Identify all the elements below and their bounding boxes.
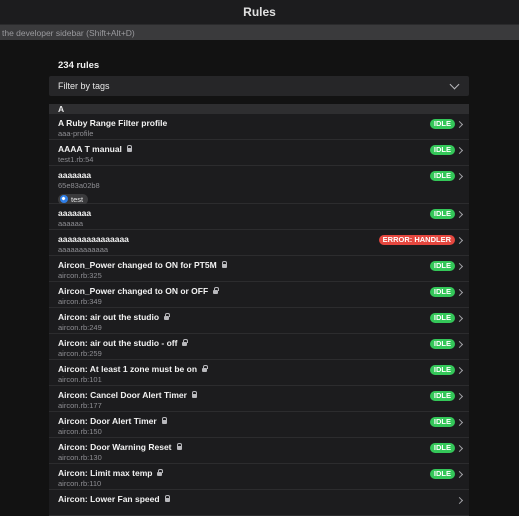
chevron-down-icon xyxy=(449,79,460,89)
lock-icon xyxy=(157,469,163,476)
rule-title-text: Aircon: air out the studio xyxy=(58,311,160,322)
rule-row[interactable]: Aircon: air out the studio - off aircon.r… xyxy=(49,334,469,360)
rule-title: aaaaaaa xyxy=(58,169,460,180)
rule-row[interactable]: Aircon_Power changed to ON for PT5M airco… xyxy=(49,256,469,282)
rule-title: A Ruby Range Filter profile xyxy=(58,117,460,128)
rule-row[interactable]: A Ruby Range Filter profile aaa-profile ID… xyxy=(49,114,469,140)
window-title-bar: Rules xyxy=(0,0,519,25)
rule-uid xyxy=(58,504,460,514)
rule-title: aaaaaaa xyxy=(58,207,460,218)
rule-title-text: Aircon: air out the studio - off xyxy=(58,337,178,348)
rule-title: Aircon: Limit max temp xyxy=(58,467,460,478)
tag-chip[interactable]: test xyxy=(58,193,89,205)
status-badge: IDLE xyxy=(429,287,455,297)
status-badge: IDLE xyxy=(429,417,455,427)
rule-title: Aircon: air out the studio - off xyxy=(58,337,460,348)
lock-icon xyxy=(164,495,171,502)
rule-row[interactable]: Aircon: air out the studio aircon.rb:249 I… xyxy=(49,308,469,334)
rule-title: Aircon: Lower Fan speed xyxy=(58,493,460,504)
rule-row[interactable]: AAAA T manual test1.rb:54 IDLE xyxy=(49,140,469,166)
status-badge: IDLE xyxy=(429,469,455,479)
section-header-a: A xyxy=(49,104,469,114)
rule-uid: aircon.rb:130 xyxy=(58,453,102,462)
rule-title: Aircon: At least 1 zone must be on xyxy=(58,363,460,374)
rule-uid: aaa-profile xyxy=(58,129,94,138)
rule-uid: aircon.rb:349 xyxy=(58,297,102,306)
lock-icon xyxy=(182,339,188,346)
rule-title-text: Aircon: Limit max temp xyxy=(58,467,153,478)
window-title: Rules xyxy=(243,5,276,19)
status-badge: IDLE xyxy=(429,391,455,401)
status-badge: IDLE xyxy=(429,443,455,453)
rule-row[interactable]: Aircon_Power changed to ON or OFF aircon.… xyxy=(49,282,469,308)
lock-icon xyxy=(221,261,228,268)
rule-row[interactable]: Aircon: Lower Fan speed xyxy=(49,490,469,516)
rule-title-text: Aircon: Door Alert Timer xyxy=(58,415,157,426)
tag-label: test xyxy=(71,194,84,204)
rule-title-text: Aircon_Power changed to ON or OFF xyxy=(58,285,209,296)
rule-uid: aircon.rb:101 xyxy=(58,375,102,384)
rule-uid: test1.rb:54 xyxy=(58,155,94,164)
rule-title-text: aaaaaaaaaaaaaaa xyxy=(58,233,129,244)
rule-title-text: Aircon: Cancel Door Alert Timer xyxy=(58,389,187,400)
rule-title: Aircon: Door Alert Timer xyxy=(58,415,460,426)
filter-label: Filter by tags xyxy=(58,81,110,91)
status-badge: IDLE xyxy=(429,313,455,323)
rules-count: 234 rules xyxy=(58,60,100,71)
rule-uid: aircon.rb:177 xyxy=(58,401,102,410)
status-badge: IDLE xyxy=(429,209,455,219)
rule-uid: 65e83a02b8 xyxy=(58,181,100,190)
status-badge: IDLE xyxy=(429,365,455,375)
rule-title: Aircon: Door Warning Reset xyxy=(58,441,460,452)
rule-uid: aaaaaa xyxy=(58,219,84,228)
rule-title: Aircon: Cancel Door Alert Timer xyxy=(58,389,460,400)
status-badge: IDLE xyxy=(429,171,455,181)
rule-row[interactable]: Aircon: Cancel Door Alert Timer aircon.rb… xyxy=(49,386,469,412)
lock-icon xyxy=(176,443,182,450)
rule-row[interactable]: aaaaaaaaaaaaaaa aaaaaaaaaaaa ERROR: HANDLE… xyxy=(49,230,469,256)
rule-title-text: Aircon: At least 1 zone must be on xyxy=(58,363,198,374)
rule-uid: aircon.rb:325 xyxy=(58,271,102,280)
rule-uid: aircon.rb:150 xyxy=(58,427,102,436)
rule-row[interactable]: Aircon: Door Warning Reset aircon.rb:130 I… xyxy=(49,438,469,464)
lock-icon xyxy=(202,365,208,372)
rules-list: A Ruby Range Filter profile aaa-profile ID… xyxy=(49,114,469,516)
rule-title-text: Aircon: Door Warning Reset xyxy=(58,441,172,452)
rule-row[interactable]: aaaaaaa aaaaaa IDLE xyxy=(49,204,469,230)
rule-title-text: Aircon: Lower Fan speed xyxy=(58,493,160,504)
lock-icon xyxy=(191,391,198,398)
lock-icon xyxy=(164,313,170,320)
rule-row[interactable]: Aircon: Limit max temp aircon.rb:110 IDLE xyxy=(49,464,469,490)
rule-title-text: A Ruby Range Filter profile xyxy=(58,117,168,128)
status-badge: ERROR: HANDLER xyxy=(378,235,455,245)
rule-title: AAAA T manual xyxy=(58,143,460,154)
rule-row[interactable]: Aircon: Door Alert Timer aircon.rb:150 IDL… xyxy=(49,412,469,438)
lock-icon xyxy=(161,417,168,424)
rule-title: Aircon_Power changed to ON for PT5M xyxy=(58,259,460,270)
rules-panel: 234 rules Filter by tags A A Ruby Range … xyxy=(49,56,469,516)
rule-uid: aircon.rb:110 xyxy=(58,479,102,488)
filter-by-tags-dropdown[interactable]: Filter by tags xyxy=(49,76,469,96)
rule-uid: aaaaaaaaaaaa xyxy=(58,245,109,254)
status-badge: IDLE xyxy=(429,261,455,271)
rule-row[interactable]: aaaaaaa 65e83a02b8 test IDLE xyxy=(49,166,469,205)
rule-title-text: Aircon_Power changed to ON for PT5M xyxy=(58,259,217,270)
status-badge: IDLE xyxy=(429,119,455,129)
rule-uid: aircon.rb:249 xyxy=(58,323,102,332)
rule-title-text: AAAA T manual xyxy=(58,143,122,154)
hint-text: the developer sidebar (Shift+Alt+D) xyxy=(2,27,135,38)
lock-icon xyxy=(126,145,133,152)
rule-title-text: aaaaaaa xyxy=(58,207,92,218)
rule-uid: aircon.rb:259 xyxy=(58,349,102,358)
rule-title: Aircon: air out the studio xyxy=(58,311,460,322)
rule-title-text: aaaaaaa xyxy=(58,169,92,180)
rule-row[interactable]: Aircon: At least 1 zone must be on aircon… xyxy=(49,360,469,386)
lock-icon xyxy=(213,287,219,294)
status-badge: IDLE xyxy=(429,145,455,155)
rule-title: Aircon_Power changed to ON or OFF xyxy=(58,285,460,296)
developer-sidebar-hint: the developer sidebar (Shift+Alt+D) xyxy=(0,25,519,40)
tag-icon xyxy=(60,195,68,203)
status-badge: IDLE xyxy=(429,339,455,349)
